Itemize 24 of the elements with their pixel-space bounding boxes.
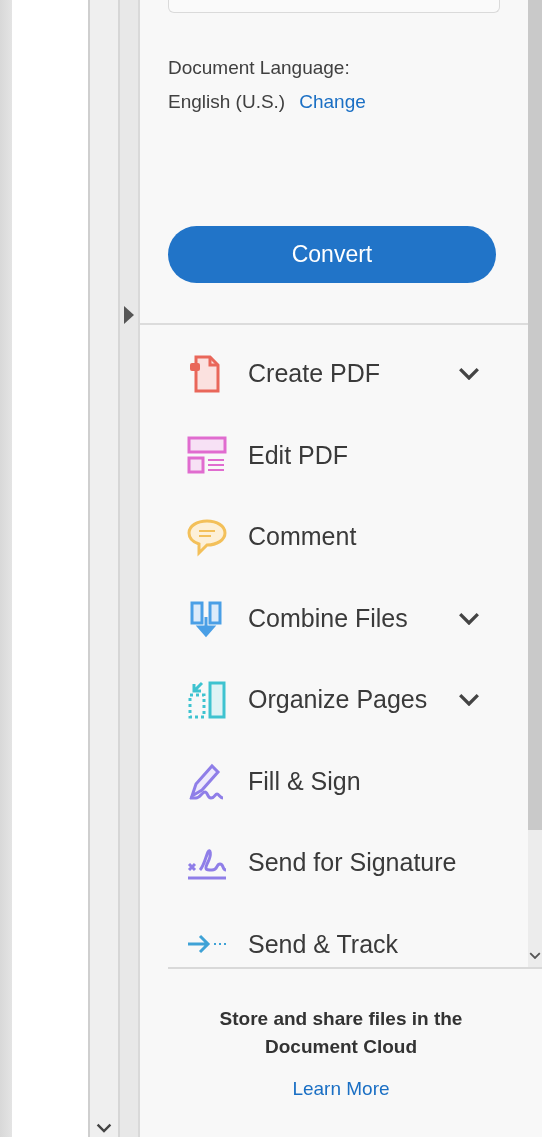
change-link[interactable]: Change [299, 91, 366, 113]
layout-icon [186, 434, 228, 477]
language-value: English (U.S.) [168, 91, 286, 113]
language-label: Document Language: [168, 57, 351, 79]
tool-item[interactable]: Fill & Sign [248, 766, 458, 796]
tool-item[interactable]: Comment [248, 522, 458, 552]
chevron-down-icon [458, 367, 480, 381]
triangle-right-icon [124, 306, 134, 324]
panel-collapse-handle[interactable] [120, 0, 140, 1137]
tool-item[interactable]: Organize Pages [248, 685, 458, 715]
tool-item[interactable]: Send & Track [248, 929, 458, 959]
scroll-down-icon [96, 1123, 112, 1133]
tool-item[interactable]: Send for Signature [248, 848, 458, 878]
scrollbar[interactable] [90, 0, 120, 1137]
tool-item[interactable]: Create PDF [248, 359, 458, 389]
cloud-message: Store and share files in the Document Cloud [218, 1007, 464, 1059]
scroll-down-icon [529, 951, 541, 959]
chevron-down-icon [458, 611, 480, 625]
tool-item[interactable]: Edit PDF [248, 440, 458, 470]
learn-more-link[interactable]: Learn More [292, 1078, 390, 1100]
chevron-down-icon [458, 693, 480, 707]
scrollbar[interactable] [528, 0, 542, 967]
convert-button[interactable]: Convert [168, 226, 496, 283]
tool-item[interactable]: Combine Files [248, 603, 458, 633]
